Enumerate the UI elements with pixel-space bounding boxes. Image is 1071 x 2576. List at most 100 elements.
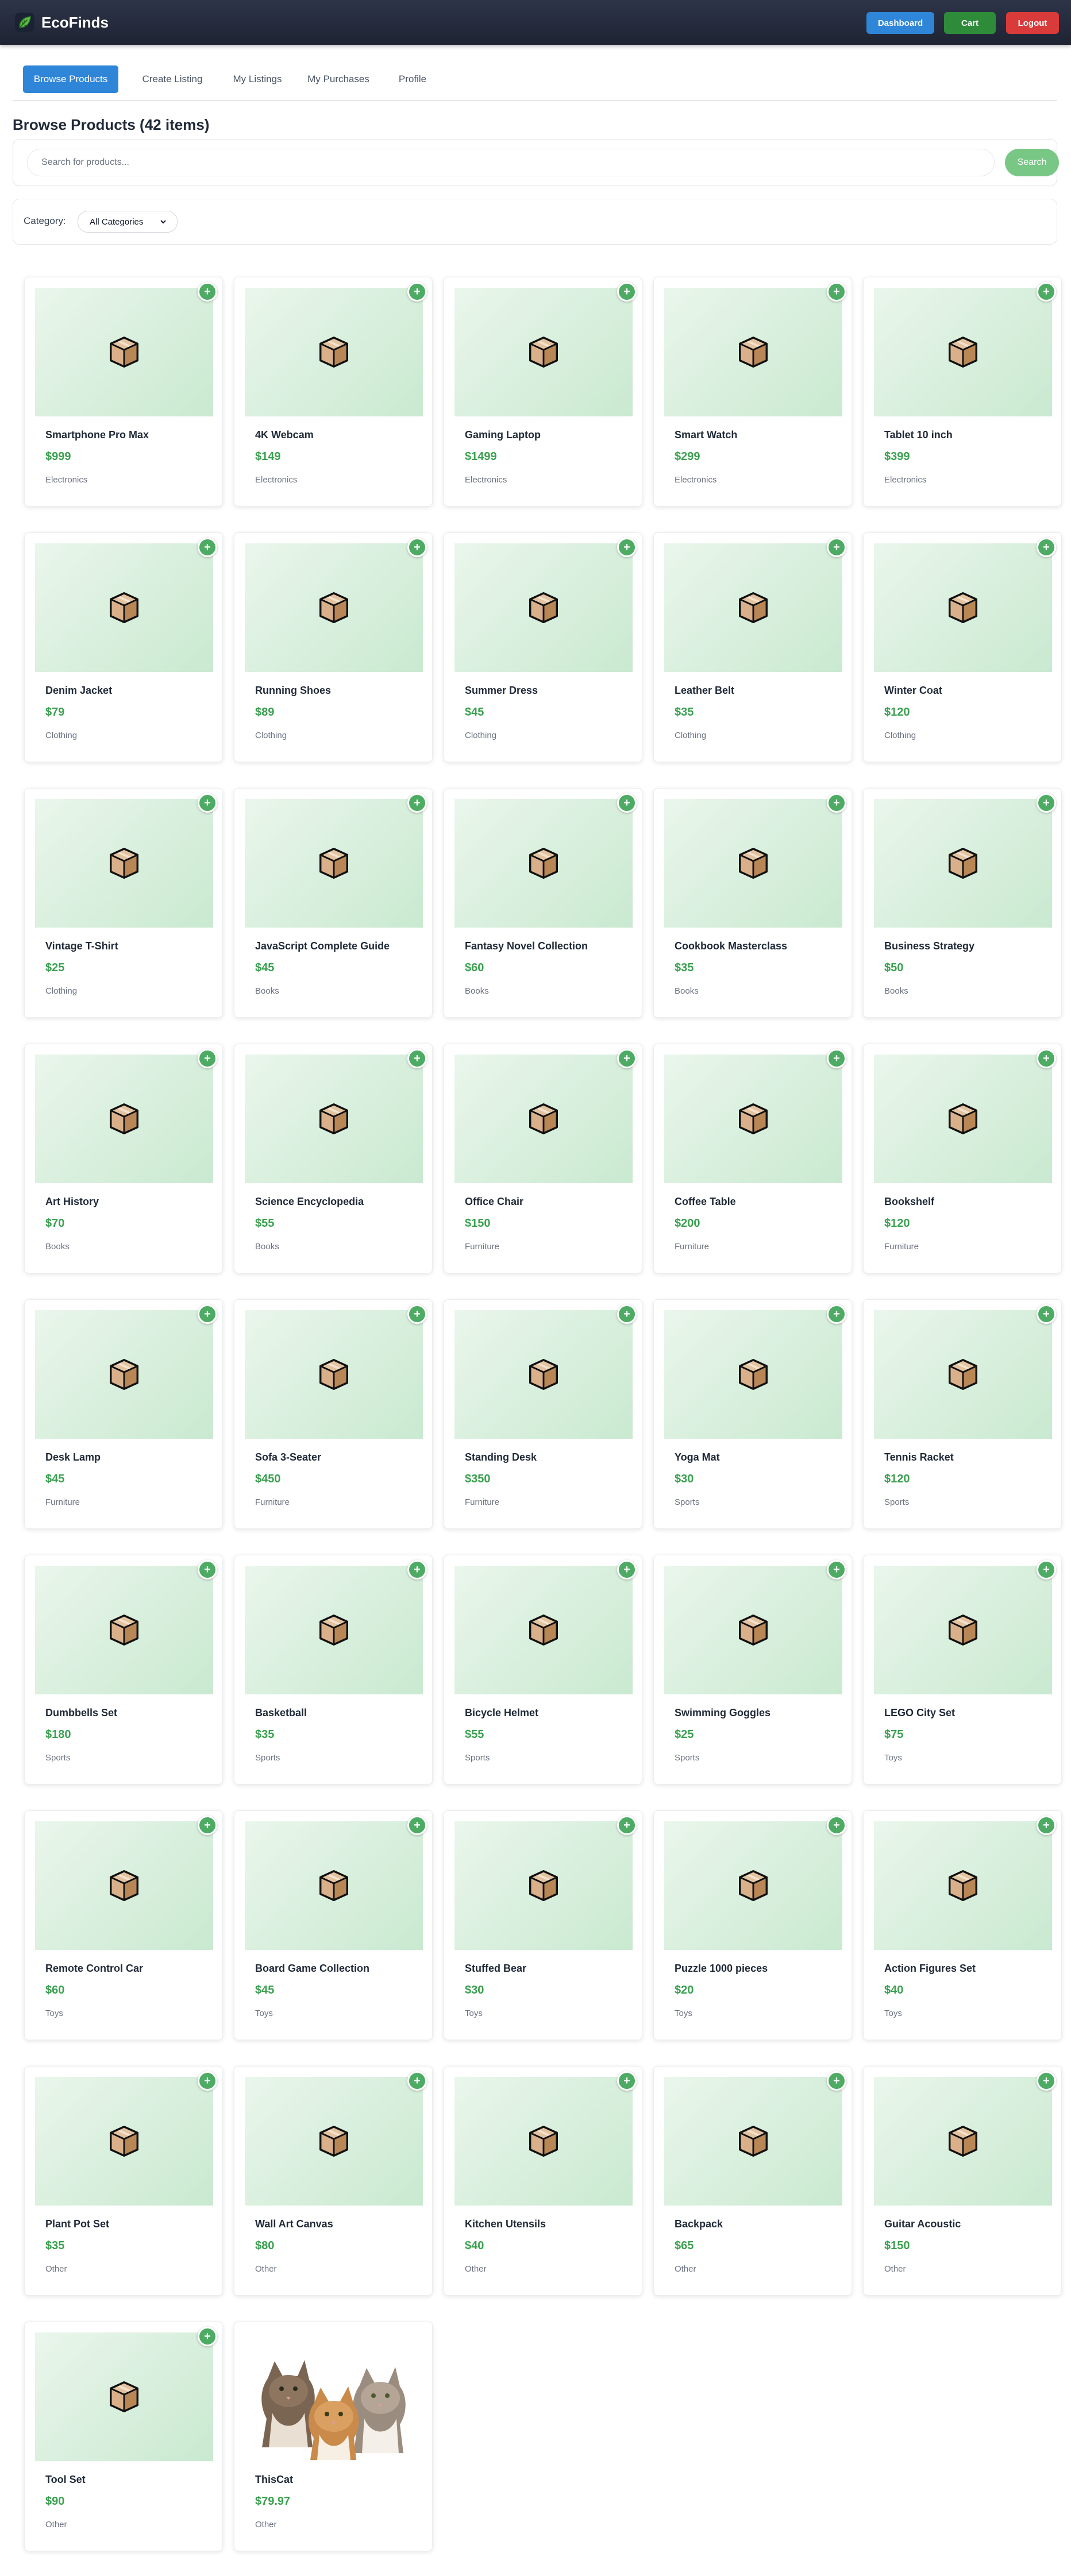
add-to-cart-plus-icon[interactable]: + xyxy=(1037,282,1056,302)
product-card[interactable]: + Stuffed Bear $30 Toys xyxy=(444,1810,642,2040)
product-card[interactable]: +4K Webcam $149 Electronics xyxy=(234,277,433,507)
box-icon xyxy=(739,1359,768,1390)
add-to-cart-plus-icon[interactable]: + xyxy=(617,1304,637,1324)
add-to-cart-plus-icon[interactable]: + xyxy=(198,2071,217,2091)
add-to-cart-plus-icon[interactable]: + xyxy=(1037,2071,1056,2091)
product-card[interactable]: + Dumbbells Set $180 Sports xyxy=(24,1555,223,1785)
add-to-cart-plus-icon[interactable]: + xyxy=(198,282,217,302)
category-select[interactable]: All Categories xyxy=(78,211,178,233)
product-card[interactable]: + Tablet 10 inch $399 Electronics xyxy=(863,277,1062,507)
product-card[interactable]: + Vintage T-Shirt $25 Clothing xyxy=(24,788,223,1018)
product-card[interactable]: + Yoga Mat $30 Sports xyxy=(653,1299,852,1529)
product-card[interactable]: + Cookbook Masterclass $35 Books xyxy=(653,788,852,1018)
add-to-cart-plus-icon[interactable]: + xyxy=(198,793,217,813)
product-card[interactable]: + Running Shoes $89 Clothing xyxy=(234,532,433,762)
add-to-cart-plus-icon[interactable]: + xyxy=(407,2071,427,2091)
product-card[interactable]: + Basketball $35 Sports xyxy=(234,1555,433,1785)
product-card[interactable]: + Leather Belt $35 Clothing xyxy=(653,532,852,762)
product-card[interactable]: ThisCat $79.97 Other xyxy=(234,2322,433,2551)
product-card[interactable]: + Kitchen Utensils $40 Other xyxy=(444,2066,642,2296)
product-card[interactable]: + Summer Dress $45 Clothing xyxy=(444,532,642,762)
add-to-cart-plus-icon[interactable]: + xyxy=(1037,793,1056,813)
product-card[interactable]: + Guitar Acoustic $150 Other xyxy=(863,2066,1062,2296)
tab-browse-products[interactable]: Browse Products xyxy=(23,65,118,93)
add-to-cart-plus-icon[interactable]: + xyxy=(827,282,846,302)
add-to-cart-plus-icon[interactable]: + xyxy=(617,793,637,813)
product-card[interactable]: + Gaming Laptop $1499 Electronics xyxy=(444,277,642,507)
add-to-cart-plus-icon[interactable]: + xyxy=(827,1049,846,1068)
add-to-cart-plus-icon[interactable]: + xyxy=(827,793,846,813)
product-card[interactable]: + Fantasy Novel Collection $60 Books xyxy=(444,788,642,1018)
product-card[interactable]: + Board Game Collection $45 Toys xyxy=(234,1810,433,2040)
product-name: Kitchen Utensils xyxy=(465,2218,546,2230)
add-to-cart-plus-icon[interactable]: + xyxy=(827,538,846,557)
add-to-cart-plus-icon[interactable]: + xyxy=(617,282,637,302)
add-to-cart-plus-icon[interactable]: + xyxy=(407,1816,427,1835)
product-card[interactable]: + Business Strategy $50 Books xyxy=(863,788,1062,1018)
add-to-cart-plus-icon[interactable]: + xyxy=(1037,538,1056,557)
add-to-cart-plus-icon[interactable]: + xyxy=(407,1560,427,1579)
product-card[interactable]: + Bookshelf $120 Furniture xyxy=(863,1044,1062,1273)
add-to-cart-plus-icon[interactable]: + xyxy=(198,1304,217,1324)
product-card[interactable]: + Smartphone Pro Max $999 Electronics xyxy=(24,277,223,507)
add-to-cart-plus-icon[interactable]: + xyxy=(1037,1304,1056,1324)
product-card[interactable]: + Denim Jacket $79 Clothing xyxy=(24,532,223,762)
add-to-cart-plus-icon[interactable]: + xyxy=(407,793,427,813)
product-card[interactable]: + Wall Art Canvas $80 Other xyxy=(234,2066,433,2296)
add-to-cart-plus-icon[interactable]: + xyxy=(617,538,637,557)
add-to-cart-plus-icon[interactable]: + xyxy=(407,538,427,557)
tab-create-listing[interactable]: Create Listing xyxy=(131,65,214,93)
product-card[interactable]: + Action Figures Set $40 Toys xyxy=(863,1810,1062,2040)
tab-my-purchases[interactable]: My Purchases xyxy=(300,65,377,93)
product-card[interactable]: + Backpack $65 Other xyxy=(653,2066,852,2296)
search-button[interactable]: Search xyxy=(1005,149,1059,176)
product-category: Books xyxy=(255,1242,279,1252)
add-to-cart-plus-icon[interactable]: + xyxy=(198,1049,217,1068)
product-card[interactable]: + Puzzle 1000 pieces $20 Toys xyxy=(653,1810,852,2040)
tab-profile[interactable]: Profile xyxy=(390,65,436,93)
product-card[interactable]: + Swimming Goggles $25 Sports xyxy=(653,1555,852,1785)
add-to-cart-plus-icon[interactable]: + xyxy=(198,2327,217,2346)
add-to-cart-plus-icon[interactable]: + xyxy=(407,1049,427,1068)
product-card[interactable]: + Tennis Racket $120 Sports xyxy=(863,1299,1062,1529)
add-to-cart-plus-icon[interactable]: + xyxy=(617,1049,637,1068)
brand[interactable]: EcoFinds xyxy=(15,11,109,33)
add-to-cart-plus-icon[interactable]: + xyxy=(407,282,427,302)
add-to-cart-plus-icon[interactable]: + xyxy=(1037,1560,1056,1579)
add-to-cart-plus-icon[interactable]: + xyxy=(198,538,217,557)
add-to-cart-plus-icon[interactable]: + xyxy=(827,1560,846,1579)
product-card[interactable]: + JavaScript Complete Guide $45 Books xyxy=(234,788,433,1018)
filter-panel: Category: All Categories xyxy=(13,199,1057,245)
dashboard-button[interactable]: Dashboard xyxy=(866,12,934,34)
add-to-cart-plus-icon[interactable]: + xyxy=(617,1560,637,1579)
add-to-cart-plus-icon[interactable]: + xyxy=(617,2071,637,2091)
add-to-cart-plus-icon[interactable]: + xyxy=(407,1304,427,1324)
product-card[interactable]: + Remote Control Car $60 Toys xyxy=(24,1810,223,2040)
product-card[interactable]: + Coffee Table $200 Furniture xyxy=(653,1044,852,1273)
add-to-cart-plus-icon[interactable]: + xyxy=(827,1304,846,1324)
product-card[interactable]: + Art History $70 Books xyxy=(24,1044,223,1273)
cart-button[interactable]: Cart xyxy=(944,12,996,34)
product-card[interactable]: + LEGO City Set $75 Toys xyxy=(863,1555,1062,1785)
add-to-cart-plus-icon[interactable]: + xyxy=(198,1816,217,1835)
add-to-cart-plus-icon[interactable]: + xyxy=(617,1816,637,1835)
tab-my-listings[interactable]: My Listings xyxy=(223,65,292,93)
product-card[interactable]: + Bicycle Helmet $55 Sports xyxy=(444,1555,642,1785)
product-card[interactable]: + Sofa 3-Seater $450 Furniture xyxy=(234,1299,433,1529)
product-card[interactable]: + Winter Coat $120 Clothing xyxy=(863,532,1062,762)
product-card[interactable]: + Plant Pot Set $35 Other xyxy=(24,2066,223,2296)
product-card[interactable]: + Standing Desk $350 Furniture xyxy=(444,1299,642,1529)
box-icon xyxy=(529,592,558,623)
product-card[interactable]: + Science Encyclopedia $55 Books xyxy=(234,1044,433,1273)
add-to-cart-plus-icon[interactable]: + xyxy=(1037,1049,1056,1068)
add-to-cart-plus-icon[interactable]: + xyxy=(198,1560,217,1579)
logout-button[interactable]: Logout xyxy=(1006,12,1059,34)
add-to-cart-plus-icon[interactable]: + xyxy=(1037,1816,1056,1835)
search-input[interactable] xyxy=(27,149,995,176)
product-card[interactable]: + Tool Set $90 Other xyxy=(24,2322,223,2551)
product-card[interactable]: + Desk Lamp $45 Furniture xyxy=(24,1299,223,1529)
add-to-cart-plus-icon[interactable]: + xyxy=(827,1816,846,1835)
product-card[interactable]: + Smart Watch $299 Electronics xyxy=(653,277,852,507)
add-to-cart-plus-icon[interactable]: + xyxy=(827,2071,846,2091)
product-card[interactable]: + Office Chair $150 Furniture xyxy=(444,1044,642,1273)
